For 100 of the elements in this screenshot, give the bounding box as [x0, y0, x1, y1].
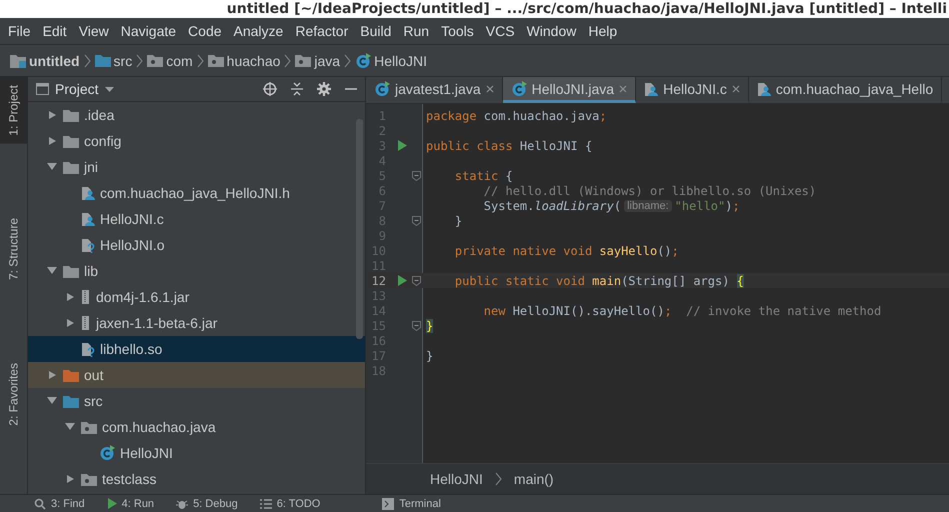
tree-label: src: [84, 393, 103, 409]
list-icon: [260, 498, 272, 510]
tool-window-button[interactable]: 6: TODO: [260, 498, 320, 510]
tree-row[interactable]: HelloJNI: [28, 440, 365, 466]
tree-row[interactable]: dom4j-1.6.1.jar: [28, 284, 365, 310]
tree-label: jni: [84, 159, 98, 175]
window-title: untitled [~/IdeaProjects/untitled] – .../src/com/huachao/java/HelloJNI.java [untitled] – Intelli: [226, 0, 947, 18]
tree-row[interactable]: HelloJNI.c: [28, 206, 365, 232]
tree-label: HelloJNI.o: [100, 237, 165, 253]
folder-icon: [63, 368, 79, 382]
class-icon: [510, 80, 527, 96]
code-line: static {: [454, 168, 513, 182]
menu-item[interactable]: Tools: [435, 23, 480, 39]
run-icon[interactable]: [397, 140, 407, 151]
package-icon: [81, 420, 97, 434]
menu-item[interactable]: Refactor: [289, 23, 354, 39]
chevron-icon: [494, 472, 502, 486]
breadcrumb-item[interactable]: huachao: [226, 52, 280, 68]
breadcrumb-item[interactable]: HelloJNI: [374, 52, 427, 68]
code-line: private native void sayHello();: [454, 244, 679, 258]
folder-icon: [63, 160, 79, 174]
file-person-icon: [81, 185, 95, 201]
folder-icon: [63, 394, 79, 408]
folder-icon: [63, 134, 79, 148]
menu-item[interactable]: VCS: [480, 23, 521, 39]
tool-window-button[interactable]: 5: Debug: [176, 498, 238, 510]
tree-label: dom4j-1.6.1.jar: [96, 289, 190, 305]
package-icon: [147, 54, 164, 67]
tree-row[interactable]: .idea: [28, 102, 365, 128]
unknown-file-icon: [81, 237, 95, 253]
terminal-icon: [382, 498, 394, 510]
breadcrumb-item[interactable]: untitled: [29, 52, 80, 68]
breadcrumb-item[interactable]: com: [166, 52, 193, 68]
tool-window-button[interactable]: 3: Find: [34, 498, 85, 510]
editor-tab[interactable]: javatest1.java: [366, 77, 503, 103]
breadcrumb-item[interactable]: java: [314, 52, 340, 68]
search-icon: [34, 498, 46, 510]
menu-item[interactable]: Help: [582, 23, 624, 39]
menu-item[interactable]: Analyze: [228, 23, 290, 39]
close-icon: [486, 84, 494, 92]
panel-title[interactable]: Project: [55, 81, 99, 97]
tree-row[interactable]: config: [28, 128, 365, 154]
minimize-icon[interactable]: [345, 88, 357, 90]
class-icon: [99, 445, 115, 461]
tool-window-tab[interactable]: 2: Favorites: [0, 355, 27, 434]
menu-item[interactable]: Run: [397, 23, 436, 39]
chevron-icon: [136, 54, 144, 68]
tool-window-button[interactable]: Terminal: [382, 498, 441, 510]
code-line: System.loadLibrary( libname: "hello");: [482, 198, 740, 212]
code-line: package com.huachao.java;: [425, 108, 607, 122]
tree-row[interactable]: testclass: [28, 466, 365, 492]
tree-label: lib: [84, 263, 98, 279]
tool-window-tab[interactable]: 7: Structure: [0, 210, 27, 289]
tree-row[interactable]: com.huachao.java: [28, 414, 365, 440]
package-icon: [81, 472, 97, 486]
chevron-icon: [344, 54, 352, 68]
class-icon: [355, 52, 372, 68]
menu-item[interactable]: Code: [182, 23, 228, 39]
code-line: public static void main(String[] args) {: [454, 274, 744, 288]
crosshair-icon[interactable]: [263, 82, 277, 96]
tree-label: com.huachao.java: [102, 419, 216, 435]
class-icon: [374, 80, 390, 96]
menu-item[interactable]: Navigate: [114, 23, 182, 39]
breadcrumb-item[interactable]: src: [114, 52, 132, 68]
tool-window-button[interactable]: 4: Run: [106, 498, 154, 510]
tree-row[interactable]: libhello.so: [28, 336, 365, 362]
tree-row[interactable]: out: [28, 362, 365, 388]
tree-label: .idea: [84, 107, 114, 123]
menu-item[interactable]: Build: [354, 23, 398, 39]
code-line: // hello.dll (Windows) or libhello.so (Unixes): [482, 184, 816, 198]
menu-item[interactable]: Edit: [36, 23, 73, 39]
tree-row[interactable]: lib: [28, 258, 365, 284]
file-person-icon: [81, 211, 95, 227]
dropdown-caret-icon[interactable]: [104, 86, 114, 92]
tool-window-tab[interactable]: 1: Project: [0, 77, 27, 144]
chevron-icon: [196, 54, 204, 68]
tree-label: com.huachao_java_HelloJNI.h: [100, 185, 290, 201]
scrollbar[interactable]: [356, 119, 363, 339]
code-line: public class HelloJNI {: [425, 138, 592, 152]
tree-row[interactable]: com.huachao_java_HelloJNI.h: [28, 180, 365, 206]
editor-tab[interactable]: HelloJNI.c: [636, 77, 749, 103]
tree-row[interactable]: jni: [28, 154, 365, 180]
breadcrumb-item[interactable]: main(): [514, 471, 554, 487]
breadcrumb-item[interactable]: HelloJNI: [430, 471, 483, 487]
bug-icon: [176, 498, 188, 510]
line-number: 12: [370, 274, 386, 288]
archive-icon: [81, 315, 91, 331]
editor-tab[interactable]: HelloJNI.java: [502, 77, 636, 103]
menu-item[interactable]: View: [72, 23, 115, 39]
menu-item[interactable]: Window: [520, 23, 582, 39]
tree-row[interactable]: jaxen-1.1-beta-6.jar: [28, 310, 365, 336]
collapse-all-icon[interactable]: [291, 82, 303, 96]
folder-icon: [63, 264, 79, 278]
tree-row[interactable]: src: [28, 388, 365, 414]
settings-icon[interactable]: [317, 82, 331, 96]
run-icon: [106, 498, 117, 509]
run-icon[interactable]: [397, 275, 407, 286]
editor-tab[interactable]: com.huachao_java_Hello: [748, 77, 942, 103]
tree-row[interactable]: HelloJNI.o: [28, 232, 365, 258]
menu-item[interactable]: File: [2, 23, 37, 39]
